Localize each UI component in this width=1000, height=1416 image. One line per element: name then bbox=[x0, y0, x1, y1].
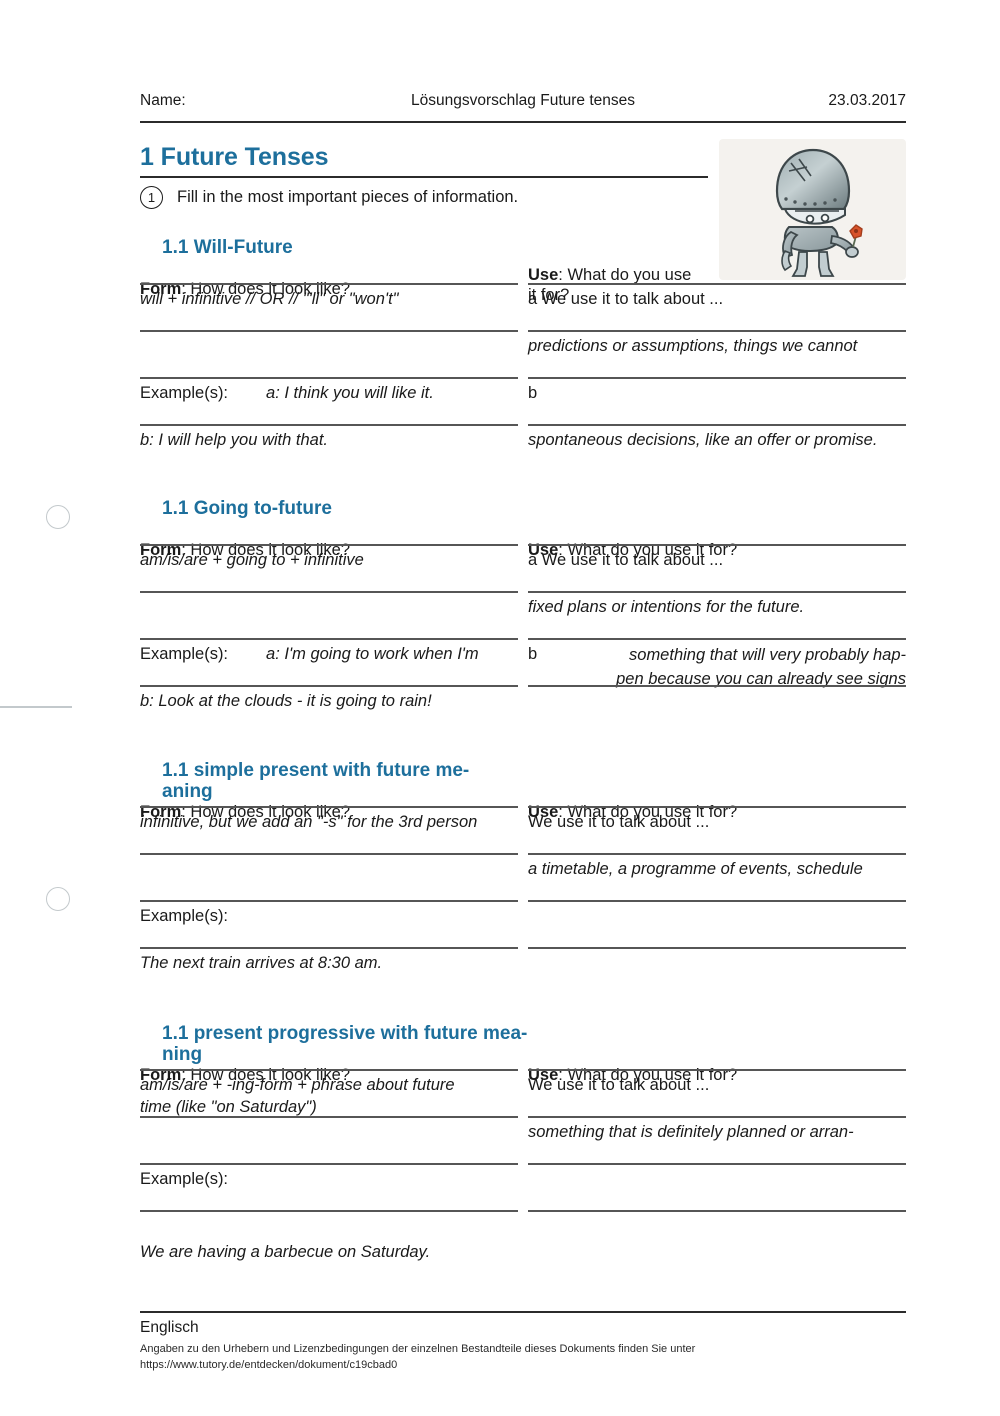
use-b-answer[interactable]: spontaneous decisions, like an offer or … bbox=[528, 429, 906, 451]
answer-rule bbox=[140, 330, 518, 332]
answer-rule bbox=[528, 377, 906, 379]
answer-rule bbox=[528, 544, 906, 546]
use-b-marker[interactable]: b bbox=[528, 382, 537, 404]
answer-rule bbox=[528, 638, 906, 640]
answer-rule bbox=[528, 1116, 906, 1118]
example-row[interactable]: Example(s): bbox=[140, 905, 518, 927]
use-a-answer[interactable]: predictions or assumptions, things we ca… bbox=[528, 335, 906, 357]
footer-credits: Angaben zu den Urhebern und Lizenzbeding… bbox=[140, 1341, 840, 1373]
answer-rule bbox=[528, 685, 906, 687]
section-heading: 1.1 Going to-future bbox=[162, 498, 332, 519]
answer-rule bbox=[140, 377, 518, 379]
example-row[interactable]: Example(s): a: I think you will like it. bbox=[140, 382, 518, 404]
answer-rule bbox=[140, 283, 518, 285]
punch-hole-top bbox=[46, 505, 70, 529]
fold-mark bbox=[0, 706, 72, 708]
example-b[interactable]: b: Look at the clouds - it is going to r… bbox=[140, 690, 518, 712]
use-b-answer[interactable]: something that will very probably hap- p… bbox=[588, 643, 906, 691]
knight-in-armor-icon bbox=[775, 148, 863, 277]
answer-rule bbox=[528, 900, 906, 902]
form-answer[interactable]: am/is/are + going to + infinitive bbox=[140, 549, 518, 571]
answer-rule bbox=[528, 1163, 906, 1165]
instruction-text: Fill in the most important pieces of inf… bbox=[177, 188, 519, 206]
footer-subject: Englisch bbox=[140, 1319, 199, 1336]
answer-rule bbox=[528, 947, 906, 949]
answer-rule bbox=[140, 1069, 518, 1071]
knight-illustration bbox=[719, 139, 906, 280]
use-a-marker[interactable]: We use it to talk about ... bbox=[528, 1074, 906, 1096]
name-label: Name: bbox=[140, 92, 186, 109]
use-a-answer[interactable]: fixed plans or intentions for the future… bbox=[528, 596, 906, 618]
answer-rule bbox=[528, 330, 906, 332]
example-a[interactable]: a: I'm going to work when I'm bbox=[266, 643, 479, 665]
document-title: Lösungsvorschlag Future tenses bbox=[410, 92, 636, 109]
answer-rule bbox=[140, 806, 518, 808]
example-b[interactable]: The next train arrives at 8:30 am. bbox=[140, 952, 518, 974]
use-a-answer[interactable]: a timetable, a programme of events, sche… bbox=[528, 858, 906, 880]
use-label: Use bbox=[528, 266, 559, 284]
answer-rule bbox=[528, 424, 906, 426]
answer-rule bbox=[528, 806, 906, 808]
answer-rule bbox=[140, 1163, 518, 1165]
answer-rule bbox=[140, 1116, 518, 1118]
credits-url[interactable]: https://www.tutory.de/entdecken/dokument… bbox=[140, 1357, 840, 1373]
answer-rule bbox=[528, 591, 906, 593]
header-divider bbox=[140, 121, 906, 124]
use-b-marker[interactable]: b bbox=[528, 643, 537, 665]
example-b[interactable]: b: I will help you with that. bbox=[140, 429, 518, 451]
document-header: Name: Lösungsvorschlag Future tenses 23.… bbox=[140, 92, 906, 110]
answer-rule bbox=[140, 1210, 518, 1212]
answer-rule bbox=[140, 853, 518, 855]
answer-rule bbox=[140, 638, 518, 640]
document-date: 23.03.2017 bbox=[828, 92, 906, 109]
footer-divider bbox=[140, 1311, 906, 1314]
answer-rule bbox=[528, 283, 906, 285]
page-title: 1 Future Tenses bbox=[140, 143, 329, 171]
example-label: Example(s): bbox=[140, 1170, 229, 1188]
answer-rule bbox=[140, 947, 518, 949]
example-b[interactable]: We are having a barbecue on Saturday. bbox=[140, 1241, 518, 1263]
punch-hole-bottom bbox=[46, 887, 70, 911]
example-label: Example(s): bbox=[140, 645, 229, 663]
section-heading: 1.1 Will-Future bbox=[162, 237, 293, 258]
use-a-marker[interactable]: We use it to talk about ... bbox=[528, 811, 906, 833]
answer-rule bbox=[528, 1069, 906, 1071]
answer-rule bbox=[140, 424, 518, 426]
instruction-row: 1 Fill in the most important pieces of i… bbox=[140, 186, 518, 209]
answer-rule bbox=[140, 544, 518, 546]
answer-rule bbox=[140, 685, 518, 687]
answer-rule bbox=[140, 591, 518, 593]
example-row[interactable]: Example(s): bbox=[140, 1168, 518, 1190]
use-a-marker[interactable]: a We use it to talk about ... bbox=[528, 288, 906, 310]
example-label: Example(s): bbox=[140, 907, 229, 925]
form-answer[interactable]: infinitive, but we add an "-s" for the 3… bbox=[140, 811, 518, 833]
use-a-answer[interactable]: something that is definitely planned or … bbox=[528, 1121, 906, 1143]
form-answer[interactable]: am/is/are + -ing-form + phrase about fut… bbox=[140, 1074, 518, 1118]
answer-rule bbox=[528, 1210, 906, 1212]
answer-rule bbox=[140, 900, 518, 902]
use-a-marker[interactable]: a We use it to talk about ... bbox=[528, 549, 906, 571]
credits-line-1: Angaben zu den Urhebern und Lizenzbeding… bbox=[140, 1343, 696, 1355]
worksheet-page: Name: Lösungsvorschlag Future tenses 23.… bbox=[0, 0, 1000, 1416]
example-row[interactable]: Example(s): a: I'm going to work when I'… bbox=[140, 643, 518, 665]
form-answer[interactable]: will + infinitive // OR // "'ll" or "won… bbox=[140, 288, 518, 310]
exercise-number-badge: 1 bbox=[140, 186, 163, 209]
example-label: Example(s): bbox=[140, 384, 229, 402]
title-divider bbox=[140, 176, 708, 179]
answer-rule bbox=[528, 853, 906, 855]
example-a[interactable]: a: I think you will like it. bbox=[266, 382, 434, 404]
